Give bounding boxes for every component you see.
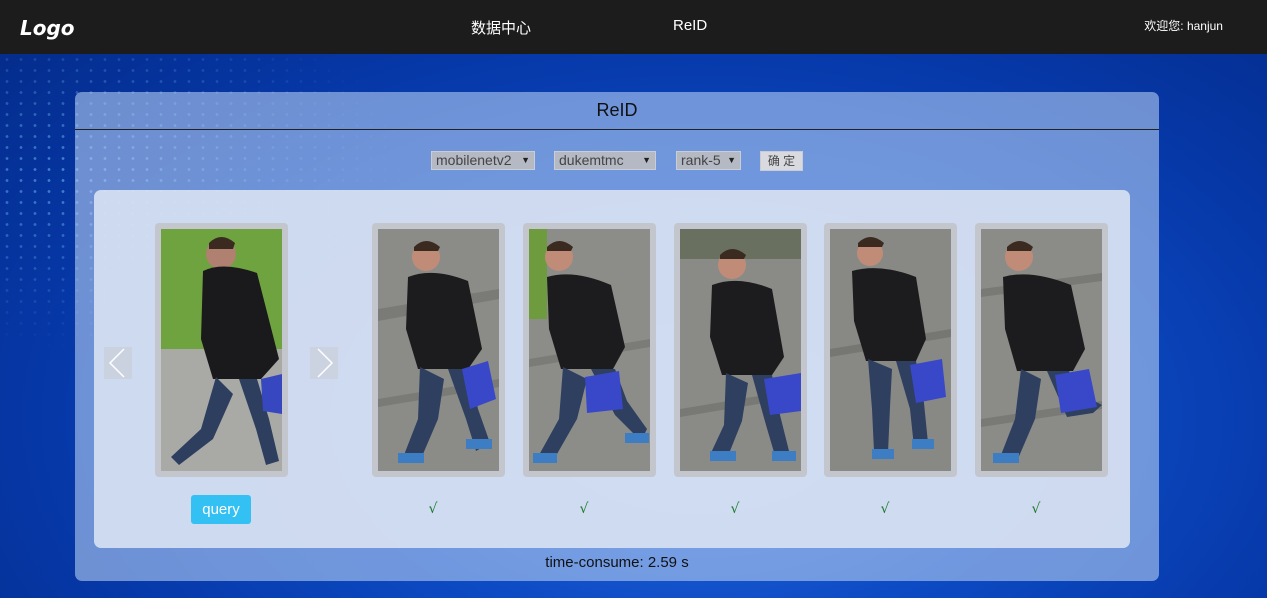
dropdown-arrow-icon: ▼ xyxy=(642,155,651,165)
result-image-card xyxy=(824,223,957,477)
result-person-image xyxy=(378,229,499,471)
results-area: query √ √ √ √ √ xyxy=(94,190,1130,548)
match-check: √ xyxy=(730,501,740,517)
model-select-value: mobilenetv2 xyxy=(436,152,512,168)
prev-button[interactable] xyxy=(104,347,132,379)
query-person-image xyxy=(161,229,282,471)
dropdown-arrow-icon: ▼ xyxy=(521,155,530,165)
top-navbar: Logo 数据中心 ReID 欢迎您: hanjun xyxy=(0,0,1267,54)
dropdown-arrow-icon: ▼ xyxy=(727,155,736,165)
result-person-image xyxy=(680,229,801,471)
confirm-button[interactable]: 确 定 xyxy=(760,151,803,171)
panel-title: ReID xyxy=(75,92,1159,130)
result-image-card xyxy=(523,223,656,477)
query-image-card xyxy=(155,223,288,477)
match-check: √ xyxy=(1031,501,1041,517)
result-person-image xyxy=(529,229,650,471)
result-image-card xyxy=(372,223,505,477)
time-consume: time-consume: 2.59 s xyxy=(545,554,689,571)
controls-bar: mobilenetv2 ▼ dukemtmc ▼ rank-5 ▼ 确 定 xyxy=(75,151,1159,171)
model-select[interactable]: mobilenetv2 ▼ xyxy=(431,151,535,170)
rank-select[interactable]: rank-5 ▼ xyxy=(676,151,741,170)
result-person-image xyxy=(981,229,1102,471)
match-check: √ xyxy=(428,501,438,517)
nav-reid[interactable]: ReID xyxy=(673,17,707,34)
match-check: √ xyxy=(579,501,589,517)
rank-select-value: rank-5 xyxy=(681,152,721,168)
dataset-select[interactable]: dukemtmc ▼ xyxy=(554,151,656,170)
nav-data-center[interactable]: 数据中心 xyxy=(471,17,531,38)
result-person-image xyxy=(830,229,951,471)
dataset-select-value: dukemtmc xyxy=(559,152,624,168)
logo: Logo xyxy=(20,16,75,40)
query-button[interactable]: query xyxy=(191,495,251,524)
result-image-card xyxy=(674,223,807,477)
reid-panel: ReID mobilenetv2 ▼ dukemtmc ▼ rank-5 ▼ 确… xyxy=(75,92,1159,581)
welcome-user: 欢迎您: hanjun xyxy=(1144,19,1223,33)
result-image-card xyxy=(975,223,1108,477)
chevron-right-icon xyxy=(317,348,334,378)
match-check: √ xyxy=(880,501,890,517)
next-button[interactable] xyxy=(310,347,338,379)
chevron-left-icon xyxy=(108,348,125,378)
